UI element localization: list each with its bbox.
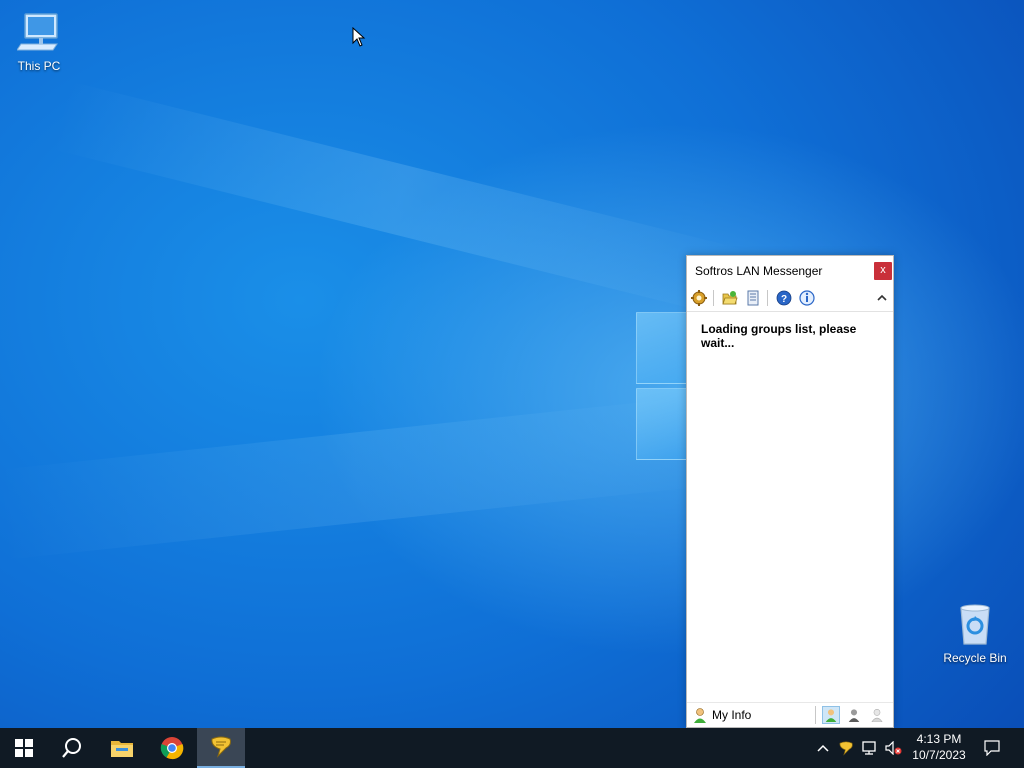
collapse-chevron-icon[interactable] — [873, 289, 891, 307]
wallpaper-light-beam — [51, 81, 748, 319]
open-folder-icon[interactable] — [721, 289, 739, 307]
window-titlebar[interactable]: Softros LAN Messenger x — [687, 256, 893, 285]
desktop: This PC Recycle Bin Softros LAN Messenge… — [0, 0, 1024, 728]
desktop-icon-label: Recycle Bin — [943, 651, 1007, 665]
show-hidden-icons-chevron[interactable] — [814, 728, 832, 768]
mouse-cursor-icon — [352, 27, 366, 47]
status-away-icon[interactable] — [845, 706, 863, 724]
window-title: Softros LAN Messenger — [695, 264, 823, 278]
file-explorer-icon[interactable] — [98, 728, 146, 768]
volume-muted-icon[interactable] — [884, 728, 904, 768]
status-separator — [815, 706, 816, 724]
my-info-label[interactable]: My Info — [712, 708, 751, 722]
close-button[interactable]: x — [874, 262, 892, 280]
status-available-icon[interactable] — [822, 706, 840, 724]
system-clock[interactable]: 4:13 PM 10/7/2023 — [905, 731, 973, 763]
notifications-icon[interactable] — [978, 728, 1006, 768]
computer-icon — [16, 13, 58, 51]
toolbar-separator — [713, 290, 714, 306]
status-bar: My Info — [687, 702, 893, 727]
info-icon[interactable] — [798, 289, 816, 307]
help-icon[interactable]: ? — [775, 289, 793, 307]
search-icon[interactable] — [48, 728, 96, 768]
loading-message: Loading groups list, please wait... — [701, 322, 857, 350]
status-offline-icon[interactable] — [868, 706, 886, 724]
network-icon[interactable] — [860, 728, 880, 768]
message-log-icon[interactable] — [744, 289, 762, 307]
clock-time: 4:13 PM — [916, 732, 962, 746]
taskbar: 4:13 PM 10/7/2023 — [0, 728, 1024, 768]
toolbar: ? — [687, 285, 893, 312]
settings-icon[interactable] — [690, 289, 708, 307]
clock-date: 10/7/2023 — [912, 748, 966, 762]
svg-text:?: ? — [781, 294, 787, 305]
my-info-user-icon[interactable] — [691, 706, 709, 724]
desktop-icon-recycle-bin[interactable]: Recycle Bin — [937, 602, 1013, 665]
toolbar-separator — [767, 290, 768, 306]
softros-messenger-icon[interactable] — [197, 728, 245, 768]
wallpaper-light-beam — [0, 394, 721, 560]
chrome-icon[interactable] — [148, 728, 196, 768]
softros-tray-icon[interactable] — [836, 728, 856, 768]
softros-messenger-window: Softros LAN Messenger x ? Loading groups… — [686, 255, 894, 728]
desktop-icon-label: This PC — [17, 59, 61, 73]
start-icon[interactable] — [0, 728, 48, 768]
recycle-bin-icon — [960, 604, 990, 645]
desktop-icon-this-pc[interactable]: This PC — [1, 10, 77, 73]
